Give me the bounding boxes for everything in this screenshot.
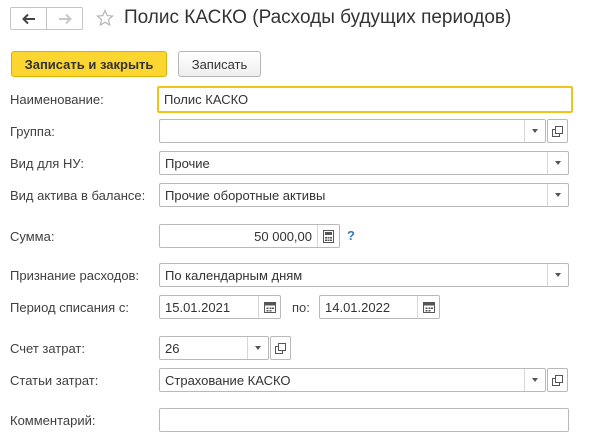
cost-account-value: 26 <box>165 340 180 356</box>
comment-label: Комментарий: <box>10 413 96 428</box>
period-from-field[interactable]: 15.01.2021 <box>159 295 281 319</box>
asset-type-dropdown-button[interactable] <box>547 184 568 206</box>
recognition-select[interactable]: По календарным дням <box>159 263 569 287</box>
open-icon <box>275 342 286 354</box>
name-label: Наименование: <box>10 92 104 107</box>
name-field[interactable]: Полис КАСКО <box>157 86 573 113</box>
chevron-down-icon <box>532 129 538 133</box>
amount-field[interactable]: 50 000,00 <box>159 224 340 248</box>
arrow-left-icon <box>21 13 35 24</box>
chevron-down-icon <box>555 161 561 165</box>
period-to-value: 14.01.2022 <box>325 299 391 315</box>
calendar-icon <box>263 302 276 313</box>
cost-items-select[interactable]: Страхование КАСКО <box>159 368 546 392</box>
save-button[interactable]: Записать <box>178 51 261 77</box>
chevron-down-icon <box>555 273 561 277</box>
period-from-value: 15.01.2021 <box>165 299 231 315</box>
asset-type-select[interactable]: Прочие оборотные активы <box>159 183 569 207</box>
period-from-label: Период списания с: <box>10 300 129 315</box>
calculator-icon <box>323 229 334 243</box>
period-to-field[interactable]: 14.01.2022 <box>319 295 440 319</box>
nu-type-label: Вид для НУ: <box>10 156 84 171</box>
amount-help-link[interactable]: ? <box>347 228 355 243</box>
forward-button[interactable] <box>46 8 82 29</box>
comment-field[interactable] <box>159 408 569 432</box>
asset-type-label: Вид актива в балансе: <box>10 188 146 203</box>
star-outline-icon <box>95 8 115 27</box>
cost-items-value: Страхование КАСКО <box>165 372 291 388</box>
recognition-label: Признание расходов: <box>10 268 140 283</box>
open-icon <box>552 374 563 386</box>
open-icon <box>552 125 563 137</box>
name-value: Полис КАСКО <box>164 92 249 107</box>
page-title: Полис КАСКО (Расходы будущих периодов) <box>124 7 512 28</box>
asset-type-value: Прочие оборотные активы <box>165 187 326 203</box>
calendar-icon <box>422 302 435 313</box>
cost-account-open-button[interactable] <box>270 336 291 360</box>
cost-items-dropdown-button[interactable] <box>524 369 545 391</box>
save-and-close-button[interactable]: Записать и закрыть <box>11 51 167 77</box>
navigation-group <box>10 7 83 30</box>
cost-account-select[interactable]: 26 <box>159 336 269 360</box>
chevron-down-icon <box>532 378 538 382</box>
back-button[interactable] <box>11 8 46 29</box>
period-from-calendar-button[interactable] <box>258 296 280 318</box>
chevron-down-icon <box>555 193 561 197</box>
group-open-button[interactable] <box>547 119 568 143</box>
cost-items-label: Статьи затрат: <box>10 373 99 388</box>
arrow-right-icon <box>58 13 72 24</box>
nu-type-dropdown-button[interactable] <box>547 152 568 174</box>
amount-label: Сумма: <box>10 229 55 244</box>
cost-account-dropdown-button[interactable] <box>247 337 268 359</box>
nu-type-select[interactable]: Прочие <box>159 151 569 175</box>
group-dropdown-button[interactable] <box>524 120 545 142</box>
recognition-value: По календарным дням <box>165 267 303 283</box>
amount-value: 50 000,00 <box>254 228 312 244</box>
nu-type-value: Прочие <box>165 155 210 171</box>
chevron-down-icon <box>255 346 261 350</box>
recognition-dropdown-button[interactable] <box>547 264 568 286</box>
group-select[interactable] <box>159 119 546 143</box>
cost-items-open-button[interactable] <box>547 368 568 392</box>
favorite-button[interactable] <box>95 8 115 30</box>
period-to-label: по: <box>292 300 310 315</box>
calculator-button[interactable] <box>317 225 339 247</box>
period-to-calendar-button[interactable] <box>417 296 439 318</box>
cost-account-label: Счет затрат: <box>10 341 85 356</box>
group-label: Группа: <box>10 124 55 139</box>
